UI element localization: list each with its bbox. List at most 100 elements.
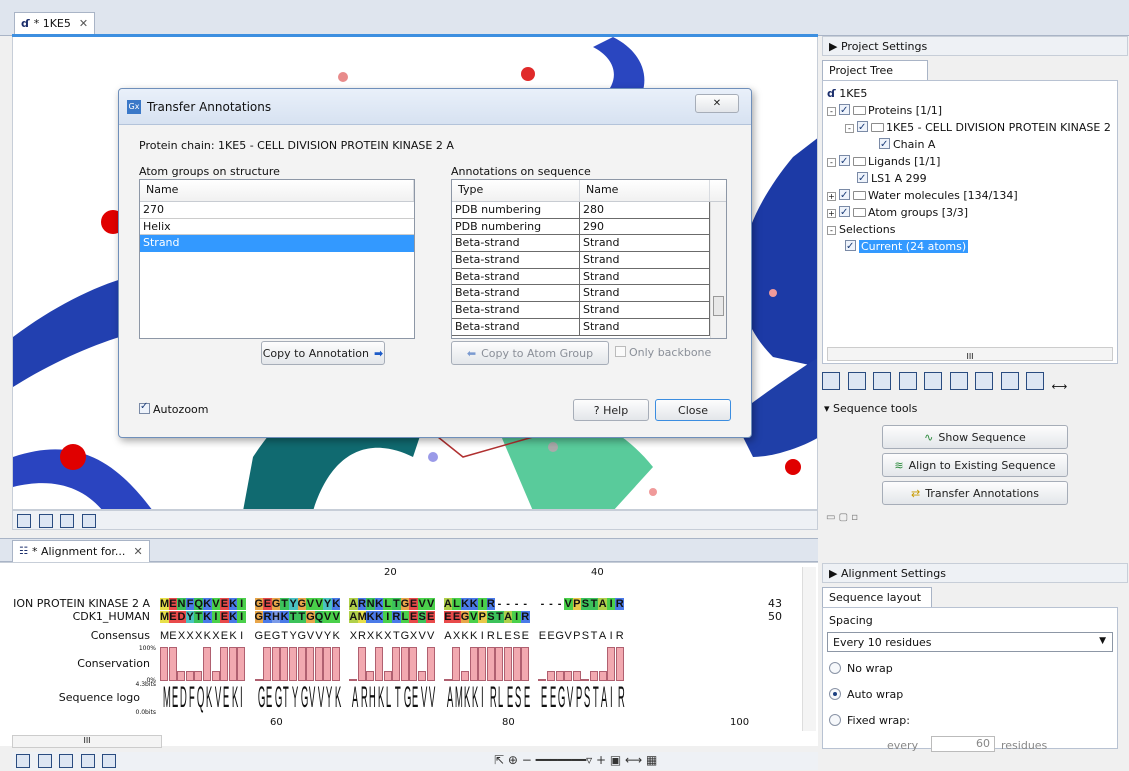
conservation-bar	[478, 647, 487, 681]
annotation-icon[interactable]	[81, 514, 96, 528]
annotation-icon[interactable]	[102, 754, 116, 768]
fixed-wrap-radio[interactable]: Fixed wrap:	[829, 714, 910, 727]
surface-icon[interactable]	[949, 372, 968, 390]
logo-letter: E	[541, 681, 548, 714]
autozoom-checkbox[interactable]: Autozoom	[139, 401, 209, 416]
radio[interactable]	[829, 662, 841, 674]
annotations-table[interactable]: Type Name PDB numbering 280 PDB numbering…	[451, 179, 727, 339]
alignment-view-icon[interactable]	[16, 754, 30, 768]
table-row[interactable]: Helix	[140, 219, 414, 236]
alignment-hscroll[interactable]: III	[12, 735, 162, 748]
table-view-icon[interactable]	[37, 754, 52, 768]
history-icon[interactable]	[60, 514, 74, 528]
history-icon[interactable]	[80, 754, 95, 768]
annotations-scrollbar[interactable]	[710, 202, 726, 338]
residue: E	[220, 598, 229, 610]
close-button[interactable]: Close	[655, 399, 731, 421]
help-button[interactable]: ? Help	[573, 399, 649, 421]
tree-root[interactable]: ɗ 1KE5	[827, 85, 1113, 102]
only-backbone-checkbox[interactable]: Only backbone	[615, 346, 711, 359]
grid-icon[interactable]	[1026, 372, 1044, 390]
alignment-settings-title: Alignment Settings	[840, 567, 946, 580]
annotations-col-type[interactable]: Type	[452, 180, 580, 201]
radio[interactable]	[829, 714, 841, 726]
ruler-top-40: 40	[591, 567, 604, 578]
tree-ligands[interactable]: -Ligands [1/1]	[827, 153, 1113, 170]
cartoon-icon[interactable]	[924, 372, 942, 390]
spacefill-icon[interactable]	[898, 372, 917, 390]
viewer-toolbar	[12, 510, 818, 530]
atom-groups-col-name[interactable]: Name	[140, 180, 414, 201]
table-row[interactable]: Beta-strand Strand	[452, 318, 726, 336]
label-icon[interactable]	[975, 372, 993, 390]
sequence-row[interactable]: MENFQKVEK I GEGT YGVVYK ARNKL TGEVV ALKK I R -…	[160, 597, 625, 610]
sequence-row[interactable]: MEDY TK I EK I GRHKT TGQVV AMKK I RL ESE EEGVPS T…	[160, 610, 530, 623]
table-row[interactable]: Beta-strand Strand	[452, 285, 726, 303]
ball-stick-icon[interactable]	[873, 372, 891, 390]
scroll-thumb[interactable]	[713, 296, 724, 316]
table-row-selected[interactable]: Strand	[140, 235, 414, 253]
conservation-bar	[426, 647, 435, 681]
conservation-bar	[383, 670, 392, 681]
table-row[interactable]: PDB numbering 280	[452, 202, 726, 219]
tab-sequence-layout[interactable]: Sequence layout	[822, 587, 932, 607]
residue: E	[443, 611, 453, 623]
line-icon[interactable]	[1000, 372, 1019, 390]
align-existing-button[interactable]: ≋ Align to Existing Sequence	[882, 453, 1068, 477]
spacing-select[interactable]: Every 10 residues ▼	[827, 632, 1113, 652]
project-tree[interactable]: ɗ 1KE5 -Proteins [1/1] -1KE5 - CELL DIVI…	[822, 80, 1118, 364]
zoom-controls[interactable]: ⇱ ⊕ − ━━━━━━━▿ + ▣ ⟷ ▦	[494, 753, 657, 767]
sequence-tools-heading[interactable]: ▾ Sequence tools	[824, 402, 917, 415]
residue: D	[177, 611, 186, 623]
table-row[interactable]: Beta-strand Strand	[452, 235, 726, 253]
table-row[interactable]: Beta-strand Strand	[452, 302, 726, 319]
table-row[interactable]: Beta-strand Strand	[452, 268, 726, 286]
tree-water[interactable]: +Water molecules [134/134]	[827, 187, 1113, 204]
alignment-view[interactable]: 20 40 ION PROTEIN KINASE 2 A CDK1_HUMAN …	[0, 562, 818, 746]
copy-to-atom-group-button[interactable]: ⬅ Copy to Atom Group	[451, 341, 609, 365]
tree-hscroll[interactable]: III	[827, 347, 1113, 361]
tree-proteins[interactable]: -Proteins [1/1]	[827, 102, 1113, 119]
tree-selections[interactable]: - Selections	[827, 221, 1113, 238]
table-row[interactable]: 270	[140, 202, 414, 219]
conservation-bar	[271, 647, 280, 681]
annotations-col-name[interactable]: Name	[580, 180, 710, 201]
tab-structure[interactable]: ɗ * 1KE5 ✕	[14, 12, 96, 34]
info-icon[interactable]	[38, 514, 53, 528]
atom-groups-table[interactable]: Name 270 Helix Strand	[139, 179, 415, 339]
wireframe-icon[interactable]	[822, 372, 840, 390]
alignment-vscroll[interactable]	[802, 567, 816, 731]
copy-to-annotation-button[interactable]: Copy to Annotation ➡	[261, 341, 385, 365]
residue: E	[169, 630, 177, 642]
close-icon[interactable]: ✕	[133, 545, 142, 558]
project-settings-header[interactable]: ▶ Project Settings	[822, 36, 1128, 56]
structure-view-icon[interactable]	[17, 514, 31, 528]
fit-width-icon[interactable]: ⟷	[1052, 380, 1068, 393]
table-row[interactable]: Beta-strand Strand	[452, 252, 726, 269]
checkbox[interactable]	[615, 346, 626, 357]
stick-icon[interactable]	[847, 372, 866, 390]
tree-ligand-item[interactable]: LS1 A 299	[827, 170, 1113, 187]
auto-wrap-radio[interactable]: Auto wrap	[829, 688, 903, 701]
show-sequence-button[interactable]: ∿ Show Sequence	[882, 425, 1068, 449]
checkbox-checked[interactable]	[139, 401, 150, 414]
top-tabbar	[0, 0, 1129, 36]
tree-atom-groups[interactable]: +Atom groups [3/3]	[827, 204, 1113, 221]
tab-alignment[interactable]: ☷ * Alignment for... ✕	[12, 540, 150, 562]
close-icon[interactable]: ✕	[79, 17, 88, 30]
graph-icon[interactable]	[59, 754, 73, 768]
tree-protein-item[interactable]: -1KE5 - CELL DIVISION PROTEIN KINASE 2	[827, 119, 1113, 136]
no-wrap-radio[interactable]: No wrap	[829, 662, 893, 675]
tree-chain[interactable]: Chain A	[827, 136, 1113, 153]
every-input[interactable]: 60	[931, 736, 995, 752]
residue: Q	[194, 598, 203, 610]
transfer-annotations-button[interactable]: ⇄ Transfer Annotations	[882, 481, 1068, 505]
radio-selected[interactable]	[829, 688, 841, 700]
dialog-close-icon[interactable]: ✕	[695, 94, 739, 113]
alignment-settings-header[interactable]: ▶ Alignment Settings	[822, 563, 1128, 583]
panel-footer-top: ▭ ▢ ▫	[826, 512, 859, 523]
residue: V	[563, 598, 573, 610]
table-row[interactable]: PDB numbering 290	[452, 218, 726, 236]
tree-current[interactable]: Current (24 atoms)	[827, 238, 1113, 255]
tab-project-tree[interactable]: Project Tree	[822, 60, 928, 80]
